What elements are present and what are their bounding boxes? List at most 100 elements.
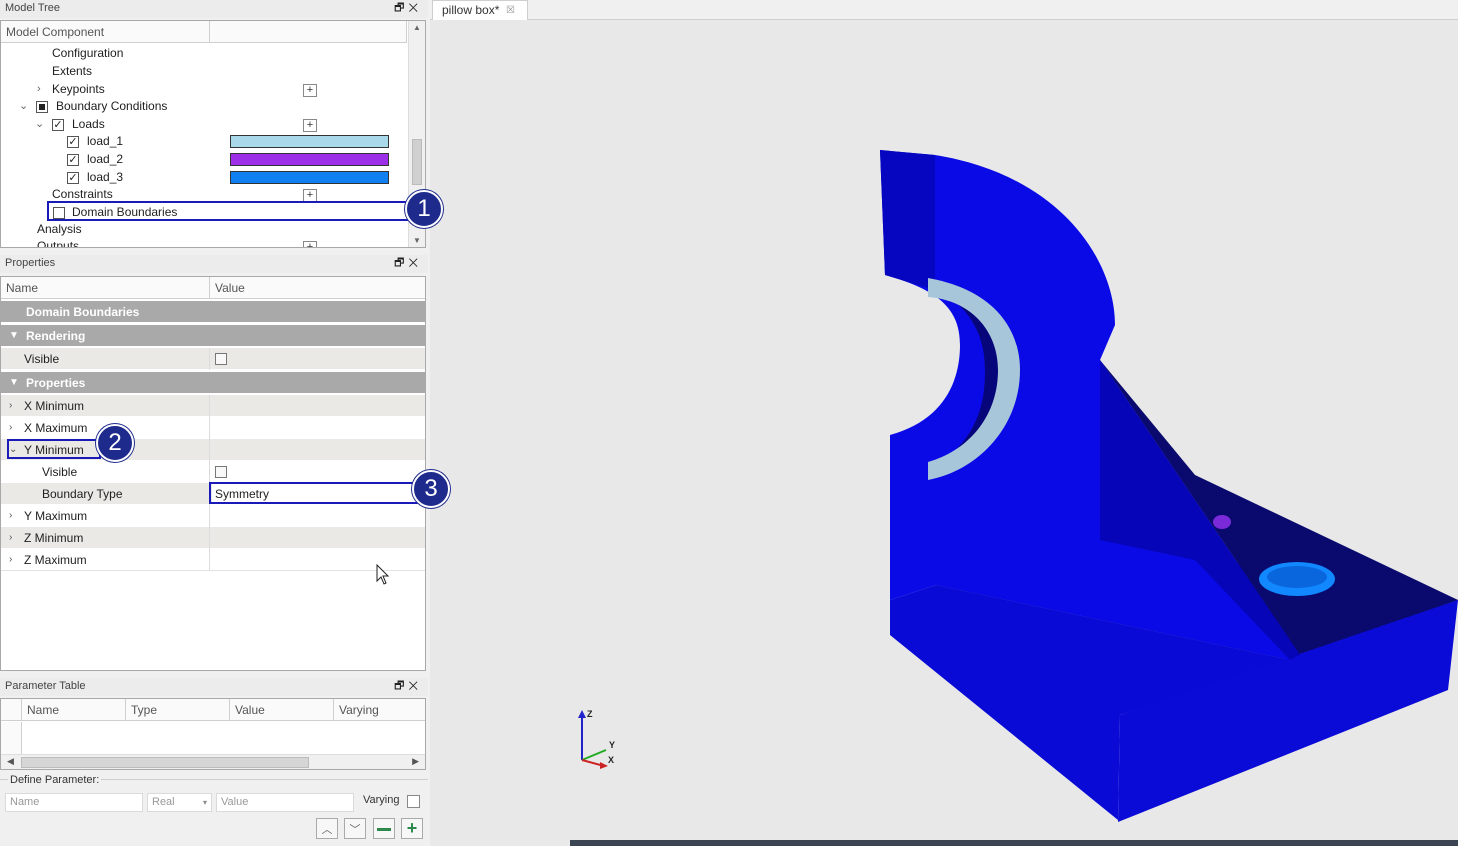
chevron-right-icon[interactable]: › (9, 549, 12, 571)
property-visible[interactable]: Visible (1, 348, 425, 370)
category-properties[interactable]: ▼ Properties (1, 372, 425, 394)
chevron-down-icon[interactable]: ▼ (9, 325, 19, 347)
axis-triad: Z Y X (578, 709, 615, 769)
param-value-input[interactable]: Value (216, 793, 354, 812)
column-value[interactable]: Value (210, 277, 425, 299)
loads-checkbox[interactable]: ✓ (52, 119, 64, 131)
property-x-maximum[interactable]: › X Maximum (1, 417, 425, 439)
add-parameter-button[interactable]: + (401, 818, 423, 839)
load-1-color-swatch[interactable] (230, 135, 389, 148)
property-label: Z Maximum (24, 553, 87, 567)
property-y-maximum[interactable]: › Y Maximum (1, 505, 425, 527)
move-up-button[interactable]: ︿ (316, 818, 338, 839)
horizontal-scrollbar[interactable]: ◀ ▶ (1, 754, 425, 769)
column-param-name[interactable]: Name (22, 699, 126, 721)
close-icon[interactable]: ✕ (408, 680, 422, 692)
scroll-right-icon[interactable]: ▶ (412, 756, 419, 767)
tree-label: Analysis (37, 222, 82, 236)
property-label: X Minimum (24, 399, 85, 413)
chevron-right-icon[interactable]: › (9, 417, 12, 439)
tree-label: Loads (72, 117, 105, 131)
scroll-up-icon[interactable]: ▲ (413, 23, 421, 32)
property-label: Visible (42, 465, 78, 479)
parameter-table-titlebar: Parameter Table 🗗✕ (0, 678, 428, 696)
tree-item-boundary-conditions[interactable]: ⌄ Boundary Conditions (1, 98, 407, 116)
tree-item-keypoints[interactable]: › Keypoints + (1, 81, 407, 99)
close-icon[interactable]: ✕ (408, 2, 422, 14)
remove-parameter-button[interactable] (373, 818, 395, 839)
tree-label: load_2 (87, 152, 124, 166)
property-label: Visible (24, 352, 60, 366)
tree-item-load-3[interactable]: ✓ load_3 (1, 169, 407, 187)
tree-item-analysis[interactable]: Analysis (1, 221, 407, 239)
properties-titlebar: Properties 🗗✕ (0, 255, 428, 273)
load-2-checkbox[interactable]: ✓ (67, 154, 79, 166)
chevron-down-icon[interactable]: ⌄ (19, 98, 28, 115)
tree-item-loads[interactable]: ⌄ ✓ Loads + (1, 116, 407, 134)
boundary-conditions-checkbox[interactable] (36, 101, 48, 113)
tree-item-load-2[interactable]: ✓ load_2 (1, 151, 407, 169)
close-icon[interactable]: ✕ (408, 257, 422, 269)
load-3-checkbox[interactable]: ✓ (67, 172, 79, 184)
property-z-maximum[interactable]: › Z Maximum (1, 549, 425, 571)
callout-badge-2: 2 (96, 424, 134, 462)
tree-item-load-1[interactable]: ✓ load_1 (1, 133, 407, 151)
tab-label: pillow box* (442, 3, 500, 17)
add-keypoint-button[interactable]: + (303, 84, 317, 97)
property-z-minimum[interactable]: › Z Minimum (1, 527, 425, 549)
visible-checkbox[interactable] (215, 353, 227, 365)
property-x-minimum[interactable]: › X Minimum (1, 395, 425, 417)
load-1-checkbox[interactable]: ✓ (67, 136, 79, 148)
parameter-table: Name Type Value Varying ◀ ▶ (0, 698, 426, 770)
tree-item-configuration[interactable]: Configuration (1, 45, 407, 63)
chevron-down-icon[interactable]: ▼ (9, 372, 19, 394)
property-label: X Maximum (24, 421, 88, 435)
param-name-input[interactable]: Name (5, 793, 143, 812)
category-label: Rendering (26, 329, 86, 343)
tab-pillow-box[interactable]: pillow box* ☒ (432, 0, 528, 21)
property-label: Z Minimum (24, 531, 84, 545)
restore-icon[interactable]: 🗗 (394, 680, 408, 692)
load-3-color-swatch[interactable] (230, 171, 389, 184)
move-down-button[interactable]: ﹀ (344, 818, 366, 839)
column-param-value[interactable]: Value (230, 699, 334, 721)
add-output-button[interactable]: + (303, 241, 317, 247)
y-min-visible-checkbox[interactable] (215, 466, 227, 478)
add-load-button[interactable]: + (303, 119, 317, 132)
scroll-left-icon[interactable]: ◀ (7, 756, 14, 767)
upright-side-face (880, 150, 935, 290)
property-label: Boundary Type (42, 487, 123, 501)
scroll-down-icon[interactable]: ▼ (413, 236, 421, 245)
chevron-down-icon[interactable]: ⌄ (35, 116, 44, 133)
tab-close-icon[interactable]: ☒ (506, 1, 515, 20)
column-model-component[interactable]: Model Component (1, 21, 210, 43)
column-blank[interactable] (210, 21, 407, 43)
tree-item-extents[interactable]: Extents (1, 63, 407, 81)
chevron-right-icon[interactable]: › (37, 81, 41, 98)
tree-item-outputs[interactable]: Outputs + (1, 238, 407, 248)
object-name: Domain Boundaries (26, 305, 140, 319)
tree-label: Boundary Conditions (56, 99, 168, 113)
param-type-select[interactable]: Real ▾ (147, 793, 212, 812)
restore-icon[interactable]: 🗗 (394, 2, 408, 14)
restore-icon[interactable]: 🗗 (394, 257, 408, 269)
properties-object-header: Domain Boundaries (1, 301, 425, 323)
property-y-min-visible[interactable]: Visible (1, 461, 425, 483)
column-name[interactable]: Name (1, 277, 210, 299)
column-param-varying[interactable]: Varying (334, 699, 425, 721)
chevron-right-icon[interactable]: › (9, 395, 12, 417)
chevron-right-icon[interactable]: › (9, 527, 12, 549)
scrollbar-thumb[interactable] (412, 139, 422, 185)
column-param-type[interactable]: Type (126, 699, 230, 721)
3d-viewport[interactable]: Z Y X (430, 20, 1458, 840)
minus-icon (377, 827, 391, 831)
load-2-color-swatch[interactable] (230, 153, 389, 166)
scrollbar-thumb[interactable] (21, 757, 309, 768)
tree-label: Outputs (37, 239, 80, 248)
param-type-value: Real (152, 796, 175, 808)
chevron-right-icon[interactable]: › (9, 505, 12, 527)
varying-checkbox[interactable] (407, 795, 420, 808)
category-rendering[interactable]: ▼ Rendering (1, 325, 425, 347)
taskbar-edge (570, 840, 1458, 846)
properties-title: Properties (5, 257, 56, 269)
